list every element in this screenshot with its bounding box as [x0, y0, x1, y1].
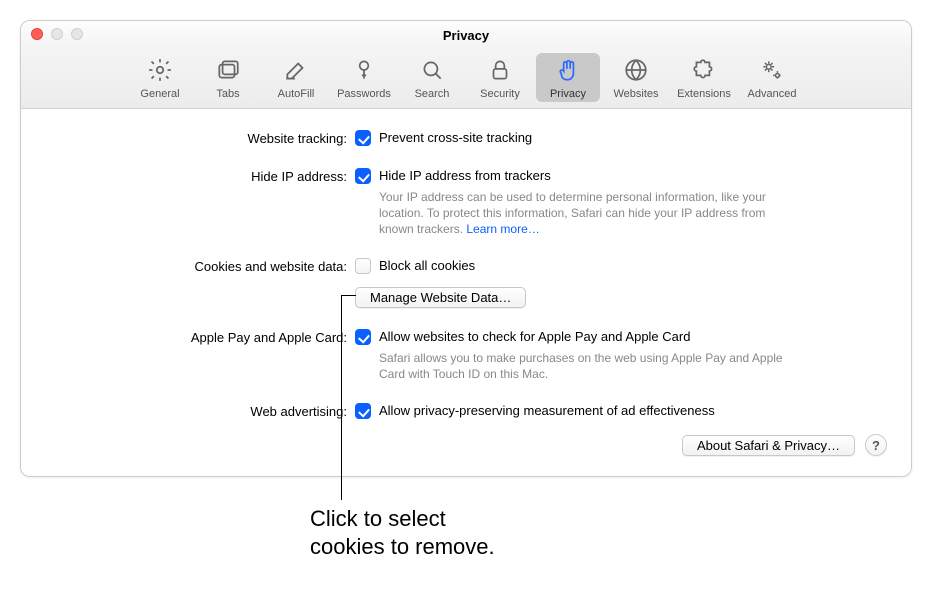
tab-label: General	[140, 88, 179, 100]
close-window-button[interactable]	[31, 28, 43, 40]
minimize-window-button[interactable]	[51, 28, 63, 40]
window-title: Privacy	[443, 28, 489, 43]
tab-label: Passwords	[337, 88, 391, 100]
cookies-label: Cookies and website data:	[45, 257, 355, 274]
website-tracking-label: Website tracking:	[45, 129, 355, 146]
apple-pay-checkbox[interactable]	[355, 329, 371, 345]
footer: About Safari & Privacy… ?	[45, 434, 887, 456]
about-safari-privacy-button[interactable]: About Safari & Privacy…	[682, 435, 855, 456]
preferences-toolbar: General Tabs AutoFill	[21, 49, 911, 109]
hide-ip-checkbox[interactable]	[355, 168, 371, 184]
tab-label: Tabs	[216, 88, 239, 100]
key-icon	[351, 57, 377, 86]
tab-label: Websites	[613, 88, 658, 100]
cookies-row: Cookies and website data: Block all cook…	[45, 257, 887, 308]
tab-label: Advanced	[748, 88, 797, 100]
apple-pay-description: Safari allows you to make purchases on t…	[379, 350, 799, 382]
privacy-pane: Website tracking: Prevent cross-site tra…	[21, 109, 911, 476]
tab-label: Extensions	[677, 88, 731, 100]
autofill-icon	[283, 57, 309, 86]
block-all-cookies-checkbox[interactable]	[355, 258, 371, 274]
tab-general[interactable]: General	[128, 53, 192, 102]
lock-icon	[487, 57, 513, 86]
web-advertising-checkbox[interactable]	[355, 403, 371, 419]
tab-privacy[interactable]: Privacy	[536, 53, 600, 102]
globe-icon	[623, 57, 649, 86]
window-controls	[31, 28, 83, 40]
tab-search[interactable]: Search	[400, 53, 464, 102]
tab-passwords[interactable]: Passwords	[332, 53, 396, 102]
tab-autofill[interactable]: AutoFill	[264, 53, 328, 102]
tab-tabs[interactable]: Tabs	[196, 53, 260, 102]
tab-label: AutoFill	[278, 88, 315, 100]
gear-icon	[147, 57, 173, 86]
website-tracking-row: Website tracking: Prevent cross-site tra…	[45, 129, 887, 147]
maximize-window-button[interactable]	[71, 28, 83, 40]
web-advertising-label: Web advertising:	[45, 402, 355, 419]
apple-pay-checkbox-label: Allow websites to check for Apple Pay an…	[379, 328, 690, 346]
tab-label: Security	[480, 88, 520, 100]
apple-pay-label: Apple Pay and Apple Card:	[45, 328, 355, 345]
hide-ip-checkbox-label: Hide IP address from trackers	[379, 167, 551, 185]
preferences-window: Privacy General Tabs	[20, 20, 912, 477]
tab-extensions[interactable]: Extensions	[672, 53, 736, 102]
tab-websites[interactable]: Websites	[604, 53, 668, 102]
gears-icon	[759, 57, 785, 86]
prevent-cross-site-tracking-label: Prevent cross-site tracking	[379, 129, 532, 147]
block-all-cookies-label: Block all cookies	[379, 257, 475, 275]
apple-pay-row: Apple Pay and Apple Card: Allow websites…	[45, 328, 887, 382]
tabs-icon	[215, 57, 241, 86]
hand-icon	[555, 57, 581, 86]
tab-label: Search	[415, 88, 450, 100]
web-advertising-checkbox-label: Allow privacy-preserving measurement of …	[379, 402, 715, 420]
search-icon	[419, 57, 445, 86]
puzzle-icon	[691, 57, 717, 86]
tab-advanced[interactable]: Advanced	[740, 53, 804, 102]
window-titlebar: Privacy	[21, 21, 911, 49]
learn-more-link[interactable]: Learn more…	[466, 222, 539, 236]
hide-ip-label: Hide IP address:	[45, 167, 355, 184]
web-advertising-row: Web advertising: Allow privacy-preservin…	[45, 402, 887, 420]
tab-security[interactable]: Security	[468, 53, 532, 102]
manage-website-data-button[interactable]: Manage Website Data…	[355, 287, 526, 308]
callout-line	[341, 295, 342, 500]
hide-ip-description: Your IP address can be used to determine…	[379, 189, 799, 237]
hide-ip-row: Hide IP address: Hide IP address from tr…	[45, 167, 887, 237]
callout-text: Click to select cookies to remove.	[310, 505, 495, 561]
prevent-cross-site-tracking-checkbox[interactable]	[355, 130, 371, 146]
help-button[interactable]: ?	[865, 434, 887, 456]
tab-label: Privacy	[550, 88, 586, 100]
